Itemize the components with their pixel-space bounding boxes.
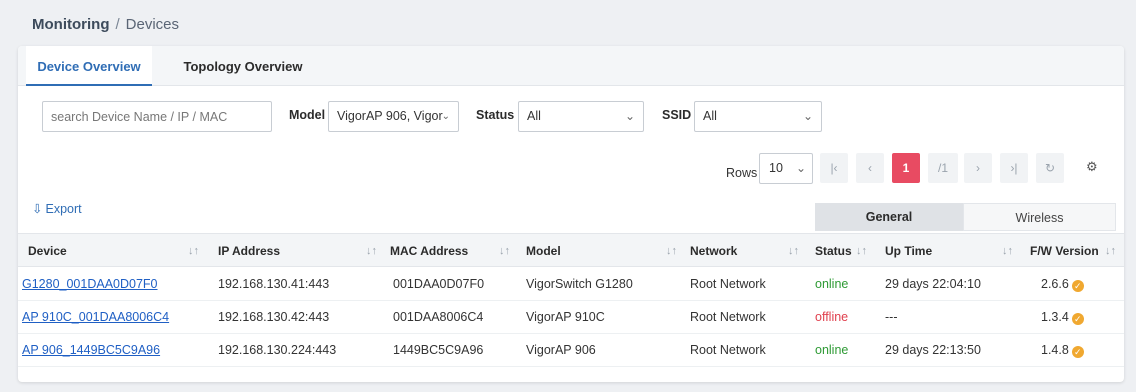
- ip-address-cell: 192.168.130.42:443: [218, 310, 330, 324]
- table-header: Device ↓↑ IP Address ↓↑ MAC Address ↓↑ M…: [18, 233, 1124, 267]
- fw-version-text: 1.4.8: [1041, 343, 1069, 357]
- model-cell: VigorSwitch G1280: [526, 277, 633, 291]
- model-cell: VigorAP 910C: [526, 310, 605, 324]
- column-header-model[interactable]: Model: [526, 234, 561, 268]
- first-page-button[interactable]: |‹: [820, 153, 848, 183]
- chevron-down-icon: ⌄: [802, 109, 813, 123]
- ip-address-cell: 192.168.130.41:443: [218, 277, 330, 291]
- tab-device-overview[interactable]: Device Overview: [26, 46, 152, 86]
- fw-version-cell: 1.4.8 ✓: [1041, 334, 1084, 366]
- sort-icon[interactable]: ↓↑: [188, 234, 199, 268]
- network-cell: Root Network: [690, 277, 766, 291]
- mac-address-cell: 1449BC5C9A96: [393, 343, 484, 357]
- sort-icon[interactable]: ↓↑: [499, 234, 510, 268]
- last-page-button[interactable]: ›|: [1000, 153, 1028, 183]
- prev-page-button[interactable]: ‹: [856, 153, 884, 183]
- export-icon: ⇩: [32, 202, 43, 216]
- table-row: AP 906_1449BC5C9A96 192.168.130.224:443 …: [18, 334, 1124, 367]
- chevron-left-icon: ‹: [868, 161, 872, 175]
- fw-version-text: 2.6.6: [1041, 277, 1069, 291]
- chevron-down-icon: ⌄: [795, 161, 806, 175]
- view-tab-general[interactable]: General: [815, 203, 963, 231]
- fw-version-cell: 1.3.4 ✓: [1041, 301, 1084, 333]
- sort-icon[interactable]: ↓↑: [1105, 234, 1116, 268]
- tab-topology-overview[interactable]: Topology Overview: [168, 46, 318, 86]
- breadcrumb-devices: Devices: [125, 16, 180, 33]
- total-pages: /1: [928, 153, 958, 183]
- check-icon: ✓: [1071, 280, 1084, 292]
- column-header-mac-address[interactable]: MAC Address: [390, 234, 468, 268]
- last-page-icon: ›|: [1010, 161, 1018, 175]
- page-1-button[interactable]: 1: [892, 153, 920, 183]
- sort-icon[interactable]: ↓↑: [856, 234, 867, 268]
- uptime-cell: 29 days 22:04:10: [885, 277, 981, 291]
- column-header-network[interactable]: Network: [690, 234, 737, 268]
- status-cell: online: [815, 343, 849, 357]
- export-button[interactable]: ⇩ Export: [32, 201, 82, 216]
- status-filter-label: Status: [476, 108, 515, 122]
- sort-icon[interactable]: ↓↑: [1002, 234, 1013, 268]
- ssid-filter-label: SSID: [662, 108, 692, 122]
- device-name-link[interactable]: AP 906_1449BC5C9A96: [22, 334, 160, 366]
- column-header-up-time[interactable]: Up Time: [885, 234, 932, 268]
- uptime-cell: 29 days 22:13:50: [885, 343, 981, 357]
- network-cell: Root Network: [690, 310, 766, 324]
- uptime-cell: ---: [885, 310, 898, 324]
- model-select[interactable]: VigorAP 906, Vigor ⌄: [328, 101, 459, 132]
- refresh-icon: ↻: [1044, 161, 1056, 175]
- chevron-down-icon: ⌄: [441, 111, 450, 122]
- status-cell: online: [815, 277, 849, 291]
- column-header-status[interactable]: Status: [815, 234, 852, 268]
- refresh-button[interactable]: ↻: [1036, 153, 1064, 183]
- column-header-ip-address[interactable]: IP Address: [218, 234, 280, 268]
- first-page-icon: |‹: [830, 161, 838, 175]
- mac-address-cell: 001DAA0D07F0: [393, 277, 485, 291]
- model-filter-label: Model: [289, 108, 326, 122]
- check-icon: ✓: [1071, 346, 1084, 358]
- sort-icon[interactable]: ↓↑: [666, 234, 677, 268]
- fw-version-text: 1.3.4: [1041, 310, 1069, 324]
- model-cell: VigorAP 906: [526, 343, 596, 357]
- tab-bar: Device Overview Topology Overview: [18, 46, 1124, 86]
- status-select[interactable]: All ⌄: [518, 101, 644, 132]
- export-label: Export: [45, 202, 82, 216]
- fw-version-cell: 2.6.6 ✓: [1041, 268, 1084, 300]
- device-name-link[interactable]: AP 910C_001DAA8006C4: [22, 301, 169, 333]
- status-cell: offline: [815, 310, 849, 324]
- breadcrumb-monitoring[interactable]: Monitoring: [32, 16, 109, 33]
- search-input[interactable]: [42, 101, 272, 132]
- table-row: AP 910C_001DAA8006C4 192.168.130.42:443 …: [18, 301, 1124, 334]
- column-header-device[interactable]: Device: [28, 234, 67, 268]
- devices-card: Device Overview Topology Overview Model …: [18, 46, 1124, 382]
- status-select-value: All: [527, 109, 541, 123]
- chevron-down-icon: ⌄: [624, 109, 635, 123]
- breadcrumb-separator: /: [115, 16, 120, 33]
- model-select-value: VigorAP 906, Vigor: [337, 109, 443, 123]
- breadcrumb: Monitoring / Devices: [32, 16, 179, 33]
- check-icon: ✓: [1071, 313, 1084, 325]
- ip-address-cell: 192.168.130.224:443: [218, 343, 337, 357]
- view-tab-wireless[interactable]: Wireless: [963, 203, 1116, 231]
- rows-label: Rows: [726, 166, 758, 180]
- device-name-link[interactable]: G1280_001DAA0D07F0: [22, 268, 158, 300]
- ssid-select[interactable]: All ⌄: [694, 101, 822, 132]
- next-page-button[interactable]: ›: [964, 153, 992, 183]
- network-cell: Root Network: [690, 343, 766, 357]
- table-row: G1280_001DAA0D07F0 192.168.130.41:443 00…: [18, 268, 1124, 301]
- sort-icon[interactable]: ↓↑: [366, 234, 377, 268]
- chevron-right-icon: ›: [976, 161, 980, 175]
- rows-per-page-value: 10: [769, 161, 783, 175]
- rows-per-page-select[interactable]: 10 ⌄: [759, 153, 813, 184]
- gear-icon[interactable]: ⚙: [1086, 159, 1098, 175]
- sort-icon[interactable]: ↓↑: [788, 234, 799, 268]
- column-header-fw-version[interactable]: F/W Version: [1030, 234, 1099, 268]
- ssid-select-value: All: [703, 109, 717, 123]
- mac-address-cell: 001DAA8006C4: [393, 310, 484, 324]
